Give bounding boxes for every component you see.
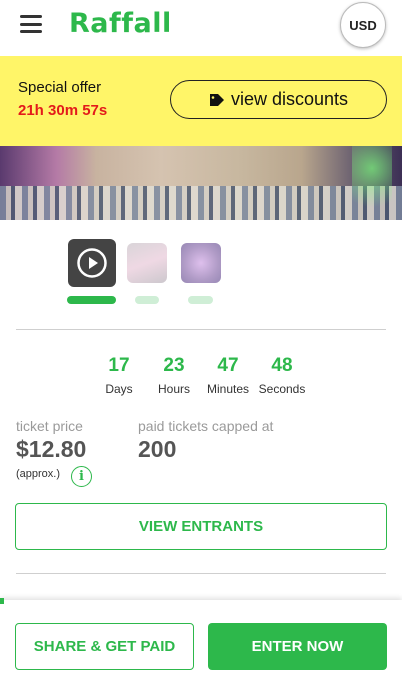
app-logo[interactable]: Raffall [69,8,172,39]
info-icon[interactable]: i [71,466,92,487]
countdown-seconds: 48 Seconds [258,355,306,396]
countdown-minutes: 47 Minutes [206,355,250,396]
section-divider [16,329,386,330]
tag-icon [209,93,225,107]
ticket-price-label: ticket price [16,418,83,434]
ticket-cap-value: 200 [138,436,177,462]
ticket-cap-label: paid tickets capped at [138,418,274,434]
offer-title: Special offer [18,79,102,96]
app-header: Raffall USD [0,0,402,56]
image-thumbnail-1[interactable] [127,243,167,283]
approx-label: (approx.) [16,468,61,480]
thumbnail-indicator-active [67,296,116,304]
share-and-get-paid-button[interactable]: SHARE & GET PAID [15,623,194,670]
image-thumbnail-2[interactable] [181,243,221,283]
thumbnail-indicator [135,296,159,304]
thumbnail-indicator [188,296,213,304]
offer-countdown-timer: 21h 30m 57s [18,102,108,119]
progress-edge [0,598,4,604]
view-discounts-label: view discounts [230,89,349,109]
raffle-hero-image[interactable] [0,146,402,220]
countdown-days: 17 Days [105,355,133,396]
countdown-hours: 23 Hours [157,355,190,396]
currency-selector-button[interactable]: USD [340,2,386,48]
play-icon [77,248,107,278]
view-entrants-button[interactable]: VIEW ENTRANTS [15,503,387,550]
special-offer-banner: Special offer 21h 30m 57s view discounts [0,56,402,146]
section-divider [16,573,386,574]
enter-now-button[interactable]: ENTER NOW [208,623,387,670]
view-discounts-button[interactable]: view discounts [170,80,387,119]
ticket-price-value: $12.80 [16,436,87,462]
video-thumbnail[interactable] [68,239,116,287]
hamburger-menu-icon[interactable] [20,15,42,33]
